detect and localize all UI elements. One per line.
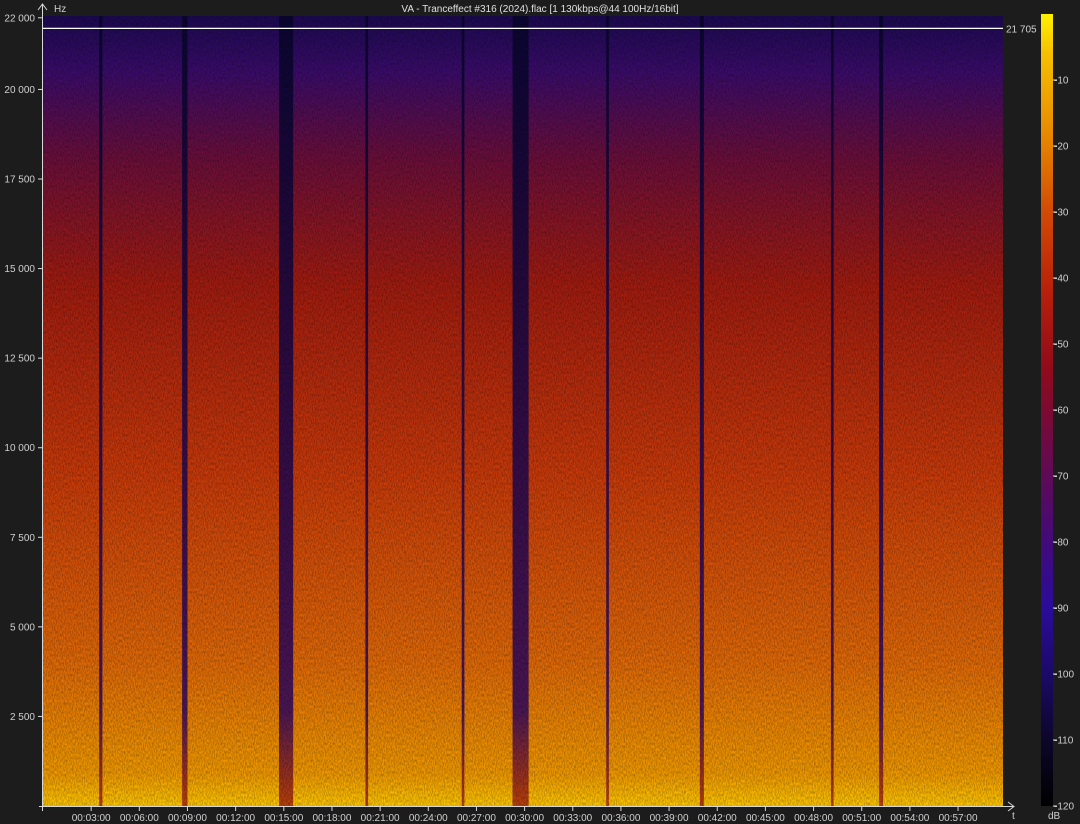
x-tick-label: 00:57:00 — [939, 813, 978, 824]
x-tick-label: 00:54:00 — [890, 813, 929, 824]
x-tick-label: 00:51:00 — [842, 813, 881, 824]
colorbar-tick-label: -10 — [1054, 76, 1069, 87]
colorbar-tick-label: -100 — [1054, 670, 1074, 681]
x-tick-label: 00:45:00 — [746, 813, 785, 824]
x-tick-label: 00:12:00 — [216, 813, 255, 824]
x-ticks: 00:03:00 00:06:00 00:09:00 00:12:00 00:15:00… — [72, 806, 978, 824]
y-tick-label: 20 000 — [4, 85, 35, 96]
colorbar-ticks: -10-20-30-40-50-60-70-80-90-100-110-120 — [1053, 76, 1074, 813]
x-tick-label: 00:18:00 — [312, 813, 351, 824]
x-axis-label: t — [1012, 811, 1015, 822]
colorbar-tick-label: -50 — [1054, 340, 1069, 351]
y-tick-label: 5 000 — [10, 622, 35, 633]
chart-title: VA - Tranceffect #316 (2024).flac [1 130… — [401, 4, 678, 15]
colorbar-tick-label: -60 — [1054, 406, 1069, 417]
y-tick-label: 10 000 — [4, 443, 35, 454]
y-tick-label: 7 500 — [10, 533, 35, 544]
x-tick-label: 00:42:00 — [698, 813, 737, 824]
x-tick-label: 00:36:00 — [601, 813, 640, 824]
colorbar-label: dB — [1048, 811, 1061, 822]
colorbar-tick-label: -40 — [1054, 274, 1069, 285]
colorbar: -10-20-30-40-50-60-70-80-90-100-110-120 … — [1041, 14, 1074, 822]
colorbar-tick-label: -90 — [1054, 604, 1069, 615]
spectrogram-plot — [43, 16, 1003, 806]
colorbar-tick-label: -80 — [1054, 538, 1069, 549]
x-tick-label: 00:30:00 — [505, 813, 544, 824]
y-axis-label: Hz — [54, 4, 66, 15]
y-tick-label: 17 500 — [4, 175, 35, 186]
colorbar-tick-label: -20 — [1054, 142, 1069, 153]
x-tick-label: 00:33:00 — [553, 813, 592, 824]
y-ticks: 2 500 5 000 7 500 10 000 12 500 15 000 17 500 2… — [4, 13, 43, 723]
x-tick-label: 00:21:00 — [361, 813, 400, 824]
spectrogram-texture — [43, 16, 1003, 806]
y-tick-label: 2 500 — [10, 712, 35, 723]
colorbar-tick-label: -70 — [1054, 472, 1069, 483]
x-tick-label: 00:27:00 — [457, 813, 496, 824]
spectrogram-chart: 2 500 5 000 7 500 10 000 12 500 15 000 17 500 2… — [4, 3, 1074, 824]
y-tick-label: 12 500 — [4, 354, 35, 365]
x-tick-label: 00:39:00 — [650, 813, 689, 824]
y-tick-label: 22 000 — [4, 13, 35, 24]
x-tick-label: 00:48:00 — [794, 813, 833, 824]
y-tick-label: 15 000 — [4, 264, 35, 275]
x-tick-label: 00:24:00 — [409, 813, 448, 824]
x-tick-label: 00:03:00 — [72, 813, 111, 824]
x-tick-label: 00:06:00 — [120, 813, 159, 824]
colorbar-tick-label: -110 — [1054, 736, 1074, 747]
cutoff-label: 21 705 — [1006, 24, 1037, 35]
colorbar-gradient — [1041, 14, 1053, 806]
x-tick-label: 00:15:00 — [264, 813, 303, 824]
colorbar-tick-label: -30 — [1054, 208, 1069, 219]
x-tick-label: 00:09:00 — [168, 813, 207, 824]
